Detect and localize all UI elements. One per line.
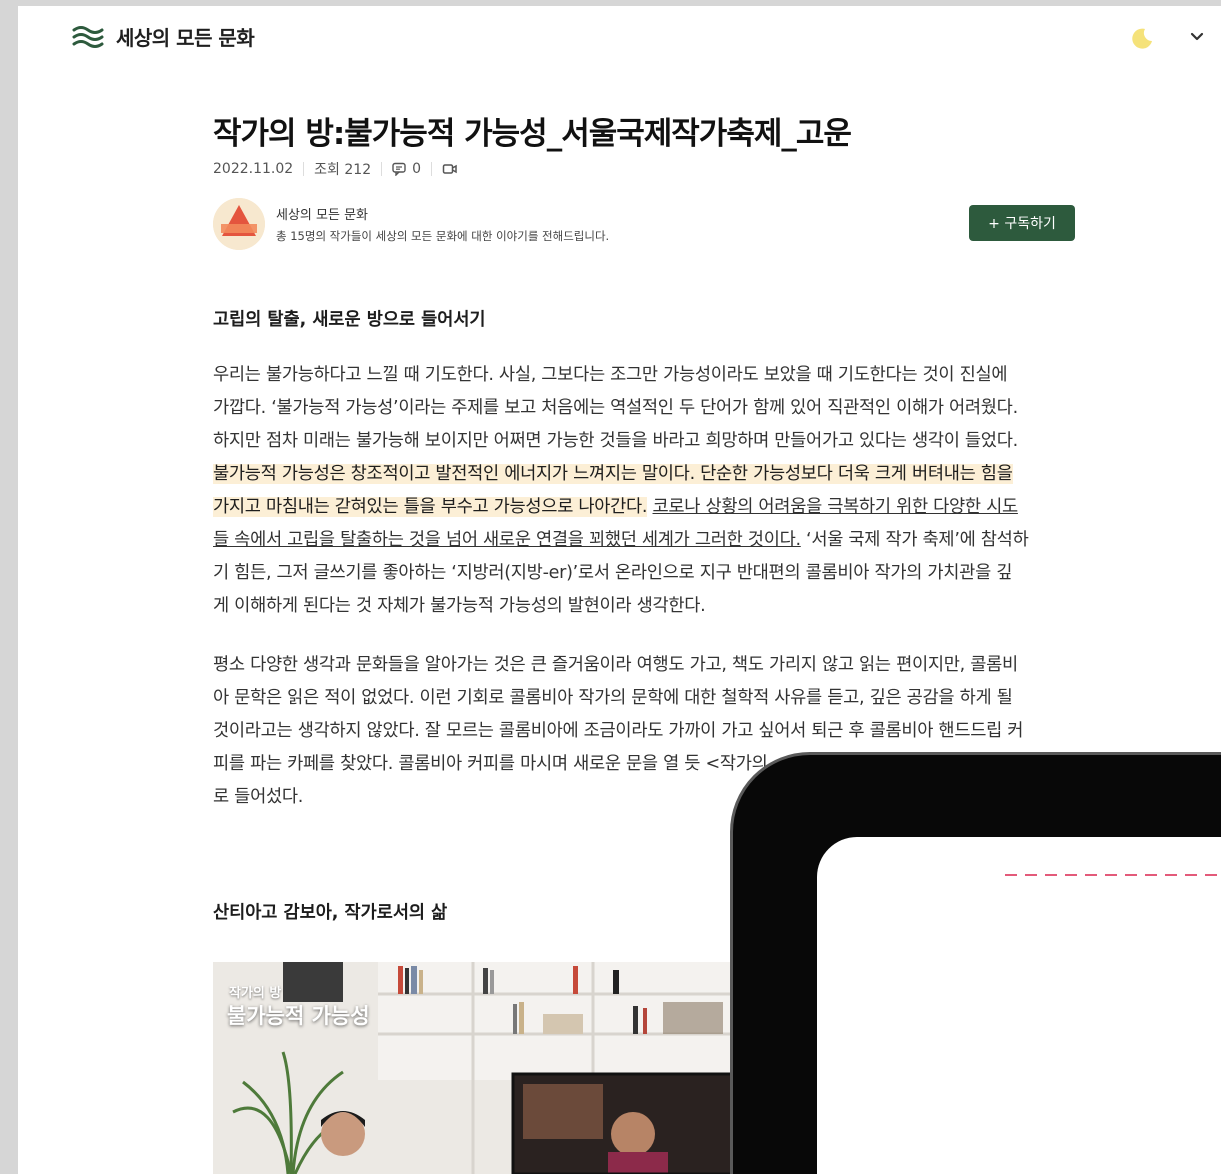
view-count: 조회 212	[314, 162, 372, 178]
paragraph-line: 우리는 불가능하다고 느낄 때 기도한다. 사실, 그보다는 조그만 가능성이라…	[213, 365, 1008, 385]
video-caption-small: 작가의 방	[229, 986, 282, 1001]
paragraph-line: 것이라고는 생각하지 않았다. 잘 모르는 콜롬비아에 조금이라도 가까이 가고…	[213, 721, 1024, 741]
comment-icon	[392, 162, 406, 176]
paragraph-line: 기 힘든, 그저 글쓰기를 좋아하는 ‘지방러(지방-er)’로서 온라인으로 …	[213, 563, 1013, 583]
device-mockup-frame	[730, 752, 1221, 1174]
section-heading: 산티아고 감보아, 작가로서의 삶	[213, 903, 448, 923]
underlined-text: 코로나 상황의 어려움을 극복하기 위한 다양한 시도	[652, 497, 1019, 517]
channel-name[interactable]: 세상의 모든 문화	[276, 204, 368, 223]
share-icon[interactable]	[442, 162, 458, 176]
video-caption-large: 불가능적 가능성	[227, 1004, 370, 1028]
channel-avatar[interactable]	[213, 198, 265, 250]
section-heading: 고립의 탈출, 새로운 방으로 들어서기	[213, 310, 486, 330]
comment-count: 0	[412, 161, 422, 177]
highlighted-text: 불가능적 가능성은 창조적이고 발전적인 에너지가 느껴지는 말이다. 단순한 …	[213, 464, 1013, 484]
moon-icon[interactable]	[1130, 26, 1154, 50]
channel-description: 총 15명의 작가들이 세상의 모든 문화에 대한 이야기를 전해드립니다.	[276, 229, 610, 243]
paragraph-text: ‘서울 국제 작가 축제’에 참석하	[800, 530, 1029, 550]
publish-date: 2022.11.02	[213, 161, 294, 177]
article-meta: 2022.11.02 조회 212 0	[213, 159, 464, 179]
paragraph-line: 가깝다. ‘불가능적 가능성’이라는 주제를 보고 처음에는 역설적인 두 단어…	[213, 398, 1018, 418]
paragraph-1: 우리는 불가능하다고 느낄 때 기도한다. 사실, 그보다는 조그만 가능성이라…	[213, 359, 1083, 623]
comment-button[interactable]: 0	[392, 161, 421, 177]
device-screen	[817, 837, 1221, 1174]
highlighted-text: 가지고 마침내는 갇혀있는 틀을 부수고 가능성으로 나아간다.	[213, 497, 648, 517]
paragraph-line: 불가능적 가능성은 창조적이고 발전적인 에너지가 느껴지는 말이다. 단순한 …	[213, 458, 1083, 491]
article-title: 작가의 방:불가능적 가능성_서울국제작가축제_고운	[213, 116, 852, 152]
meta-divider	[431, 162, 433, 176]
meta-divider	[381, 162, 383, 176]
meta-divider	[303, 162, 305, 176]
underlined-text: 들 속에서 고립을 탈출하는 것을 넘어 새로운 연결을 꾀했던 세계가 그러한…	[213, 530, 801, 550]
page: 세상의 모든 문화 작가의 방:불가능적 가능성_서울국제작가축제_고운 202…	[18, 6, 1221, 1174]
paragraph-line: 하지만 점차 미래는 불가능해 보이지만 어쩌면 가능한 것들을 바라고 희망하…	[213, 431, 1018, 451]
paragraph-line: 들 속에서 고립을 탈출하는 것을 넘어 새로운 연결을 꾀했던 세계가 그러한…	[213, 524, 1083, 557]
subscribe-button[interactable]: + 구독하기	[969, 205, 1075, 241]
paragraph-line: 가지고 마침내는 갇혀있는 틀을 부수고 가능성으로 나아간다. 코로나 상황의…	[213, 491, 1083, 524]
paragraph-line: 평소 다양한 생각과 문화들을 알아가는 것은 큰 즐거움이라 여행도 가고, …	[213, 655, 1018, 675]
dashed-line-decoration	[1005, 874, 1221, 876]
paragraph-line: 게 이해하게 된다는 것 자체가 불가능적 가능성의 발현이라 생각한다.	[213, 596, 706, 616]
video-thumbnail[interactable]: 작가의 방 불가능적 가능성	[213, 962, 733, 1174]
channel-logo-icon	[213, 198, 265, 250]
top-bar: 세상의 모든 문화	[18, 6, 1221, 68]
paragraph-line: 아 문학은 읽은 적이 없었다. 이런 기회로 콜롬비아 작가의 문학에 대한 …	[213, 688, 1013, 708]
chevron-down-icon[interactable]	[1188, 28, 1206, 46]
video-scene-image	[213, 962, 733, 1174]
brand-name[interactable]: 세상의 모든 문화	[116, 22, 255, 51]
waves-logo-icon[interactable]	[72, 24, 104, 50]
